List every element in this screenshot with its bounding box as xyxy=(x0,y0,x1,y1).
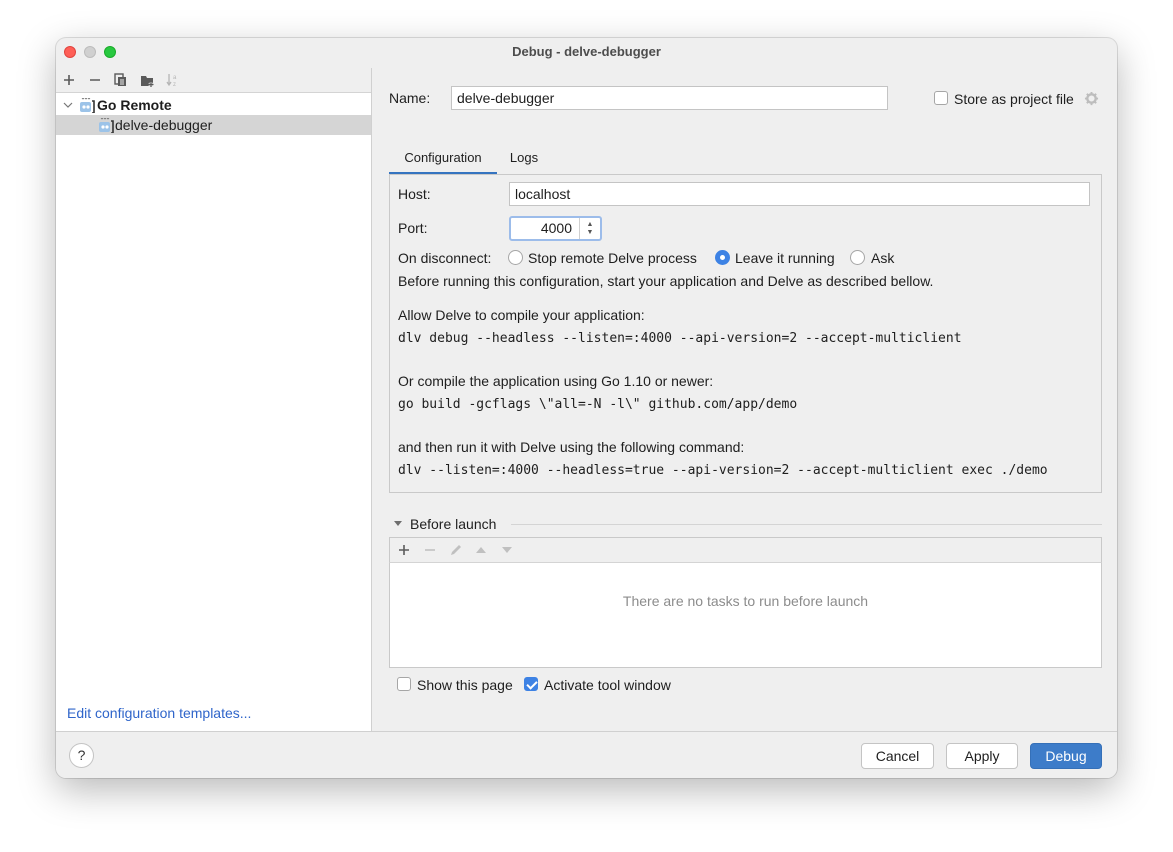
add-icon[interactable] xyxy=(398,544,410,556)
remove-icon[interactable] xyxy=(424,544,436,556)
apply-button[interactable]: Apply xyxy=(946,743,1018,769)
add-icon xyxy=(64,75,74,85)
tab-logs[interactable]: Logs xyxy=(501,146,547,174)
panel-divider[interactable] xyxy=(371,68,372,731)
svg-text:a: a xyxy=(173,75,177,81)
run-debug-configurations-dialog: Debug - delve-debugger az Go Remote delv… xyxy=(56,38,1117,778)
store-as-project-file-label: Store as project file xyxy=(954,91,1074,107)
step1-label: Allow Delve to compile your application: xyxy=(398,307,645,323)
configurations-tree-panel: Go Remote delve-debugger Edit configurat… xyxy=(56,92,372,731)
port-value[interactable]: 4000 xyxy=(541,220,572,236)
activate-tool-window-label: Activate tool window xyxy=(544,677,671,693)
radio-stop-remote-delve[interactable] xyxy=(508,250,523,265)
tab-configuration[interactable]: Configuration xyxy=(389,146,497,175)
before-launch-header[interactable]: Before launch xyxy=(389,515,1102,535)
show-this-page-checkbox[interactable] xyxy=(397,677,411,691)
debug-button[interactable]: Debug xyxy=(1030,743,1102,769)
tree-item-delve-debugger[interactable]: delve-debugger xyxy=(56,115,371,135)
copy-icon xyxy=(114,73,126,86)
on-disconnect-label: On disconnect: xyxy=(398,250,492,266)
new-folder-button[interactable] xyxy=(137,70,157,90)
step2-command: go build -gcflags \"all=-N -l\" github.c… xyxy=(398,397,798,412)
empty-tasks-text: There are no tasks to run before launch xyxy=(622,593,869,609)
configurations-toolbar: az xyxy=(56,68,372,92)
gear-icon[interactable] xyxy=(1084,91,1099,106)
step1-command: dlv debug --headless --listen=:4000 --ap… xyxy=(398,331,962,346)
arrow-up-icon[interactable]: ▲ xyxy=(587,221,594,229)
move-up-icon[interactable] xyxy=(475,545,487,555)
port-spinner[interactable]: 4000 ▲ ▼ xyxy=(509,216,602,241)
port-label: Port: xyxy=(398,220,428,236)
tree-item-label: delve-debugger xyxy=(115,117,213,133)
triangle-down-icon[interactable] xyxy=(393,520,403,528)
radio-leave-it-running-label: Leave it running xyxy=(735,250,835,266)
store-as-project-file-checkbox[interactable] xyxy=(934,91,948,105)
svg-text:z: z xyxy=(173,82,176,87)
tree-group-go-remote[interactable]: Go Remote xyxy=(56,95,371,115)
separator xyxy=(511,524,1102,525)
arrow-down-icon[interactable]: ▼ xyxy=(587,229,594,237)
radio-ask[interactable] xyxy=(850,250,865,265)
add-configuration-button[interactable] xyxy=(59,70,79,90)
name-input[interactable]: delve-debugger xyxy=(451,86,888,110)
activate-tool-window-checkbox[interactable] xyxy=(524,677,538,691)
radio-ask-label: Ask xyxy=(871,250,895,266)
dialog-footer: ? Cancel Apply Debug xyxy=(56,731,1117,778)
new-folder-icon xyxy=(140,75,153,87)
host-label: Host: xyxy=(398,186,431,202)
sort-icon: az xyxy=(166,74,177,87)
host-input[interactable]: localhost xyxy=(509,182,1090,206)
step3-command: dlv --listen=:4000 --headless=true --api… xyxy=(398,463,1048,478)
move-down-icon[interactable] xyxy=(501,545,513,555)
name-label: Name: xyxy=(389,90,431,106)
title-bar: Debug - delve-debugger xyxy=(56,38,1117,66)
cancel-button[interactable]: Cancel xyxy=(861,743,934,769)
copy-configuration-button[interactable] xyxy=(111,70,131,90)
before-launch-task-list: There are no tasks to run before launch xyxy=(389,563,1102,668)
edit-icon[interactable] xyxy=(449,543,463,557)
window-title: Debug - delve-debugger xyxy=(512,44,661,59)
help-button[interactable]: ? xyxy=(69,743,94,768)
remove-configuration-button[interactable] xyxy=(85,70,105,90)
go-remote-icon xyxy=(80,98,95,113)
spinner-arrows[interactable]: ▲ ▼ xyxy=(579,218,600,239)
step3-label: and then run it with Delve using the fol… xyxy=(398,439,745,455)
go-remote-icon xyxy=(99,118,114,133)
chevron-down-icon[interactable] xyxy=(63,100,73,110)
radio-stop-remote-delve-label: Stop remote Delve process xyxy=(528,250,697,266)
remove-icon xyxy=(90,79,100,81)
radio-leave-it-running[interactable] xyxy=(715,250,730,265)
before-launch-toolbar xyxy=(389,537,1102,563)
before-launch-title: Before launch xyxy=(410,516,497,532)
sort-configurations-button[interactable]: az xyxy=(163,70,183,90)
tree-group-label: Go Remote xyxy=(97,97,172,113)
show-this-page-label: Show this page xyxy=(417,677,513,693)
step2-label: Or compile the application using Go 1.10… xyxy=(398,373,714,389)
instructions-intro: Before running this configuration, start… xyxy=(398,273,934,289)
edit-configuration-templates-link[interactable]: Edit configuration templates... xyxy=(67,705,251,721)
